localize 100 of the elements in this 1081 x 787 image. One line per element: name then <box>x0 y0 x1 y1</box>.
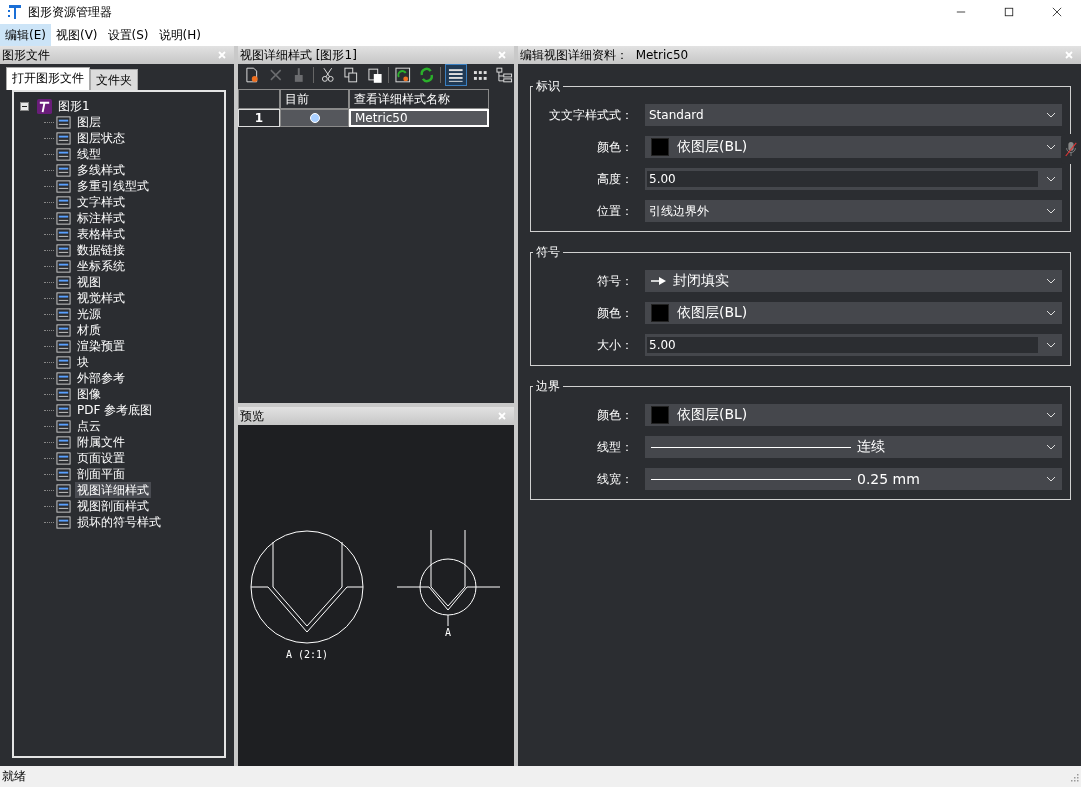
chevron-down-icon[interactable] <box>1046 144 1056 150</box>
menu-item[interactable]: 设置(S) <box>102 23 154 47</box>
list-icon <box>56 418 71 434</box>
group-title: 边界 <box>535 378 561 395</box>
list-icon <box>56 226 71 242</box>
list-icon <box>56 450 71 466</box>
tree-item[interactable]: 视觉样式 <box>75 290 127 306</box>
radio-button[interactable] <box>309 113 320 123</box>
number-field[interactable]: 5.00 <box>645 334 1062 356</box>
list-icon <box>56 338 71 354</box>
collapse-icon[interactable] <box>20 101 29 111</box>
menu-item[interactable]: 说明(H) <box>153 23 206 47</box>
tree-item[interactable]: 光源 <box>75 306 103 322</box>
list-icon <box>56 354 71 370</box>
chevron-down-icon[interactable] <box>1046 176 1056 182</box>
list-icon <box>56 466 71 482</box>
field-label: 颜色： <box>596 138 634 156</box>
tree-item[interactable]: 多线样式 <box>75 162 127 178</box>
tree-item[interactable]: 块 <box>75 354 91 370</box>
group-title: 标识 <box>535 78 561 95</box>
list-icon <box>56 210 71 226</box>
chevron-down-icon[interactable] <box>1046 342 1056 348</box>
tree-item[interactable]: 视图 <box>75 274 103 290</box>
tree-item[interactable]: 渲染预置 <box>75 338 127 354</box>
menu-item[interactable]: 编辑(E) <box>0 23 51 47</box>
column-header: 目前 <box>280 89 349 109</box>
arrow-icon <box>651 277 667 285</box>
dropdown[interactable]: 0.25 mm <box>645 468 1062 490</box>
tree-item[interactable]: 损坏的符号样式 <box>75 514 163 530</box>
tree-item[interactable]: 视图详细样式 <box>75 482 151 498</box>
list-view-icon[interactable] <box>445 64 467 86</box>
tree-item[interactable]: 材质 <box>75 322 103 338</box>
list-icon <box>56 114 71 130</box>
chevron-down-icon[interactable] <box>1046 278 1056 284</box>
maximize-icon[interactable] <box>1004 7 1014 17</box>
number-field[interactable]: 5.00 <box>645 168 1062 190</box>
resize-grip-icon[interactable] <box>1069 771 1079 782</box>
tree-item[interactable]: 外部参考 <box>75 370 127 386</box>
dropdown[interactable]: 依图层(BL) <box>645 302 1062 324</box>
list-icon <box>56 258 71 274</box>
tree-item[interactable]: 表格样式 <box>75 226 127 242</box>
tab[interactable]: 打开图形文件 <box>6 67 90 90</box>
chevron-down-icon[interactable] <box>1046 444 1056 450</box>
tree-item[interactable]: 图层状态 <box>75 130 127 146</box>
menu-item[interactable]: 视图(V) <box>50 23 103 47</box>
drawing-label: A (2:1) <box>285 649 329 660</box>
dropdown[interactable]: Standard <box>645 104 1062 126</box>
dropdown[interactable]: 引线边界外 <box>645 200 1062 222</box>
field-label: 高度： <box>596 170 634 188</box>
chevron-down-icon[interactable] <box>1046 310 1056 316</box>
field-label: 线型： <box>596 438 634 456</box>
table-cell[interactable]: Metric50 <box>349 109 489 127</box>
chevron-down-icon[interactable] <box>1046 412 1056 418</box>
tree-item[interactable]: 点云 <box>75 418 103 434</box>
dropdown[interactable]: 封闭填实 <box>645 270 1062 292</box>
tree-view-icon[interactable] <box>494 65 514 85</box>
tree-item[interactable]: 数据链接 <box>75 242 127 258</box>
list-icon <box>56 434 71 450</box>
chevron-down-icon[interactable] <box>1046 476 1056 482</box>
tree-item[interactable]: 标注样式 <box>75 210 127 226</box>
tree-item[interactable]: 文字样式 <box>75 194 127 210</box>
tree-item[interactable]: 线型 <box>75 146 103 162</box>
tree-item[interactable]: 图层 <box>75 114 103 130</box>
chevron-down-icon[interactable] <box>1046 112 1056 118</box>
list-icon <box>56 274 71 290</box>
field-label: 大小： <box>596 336 634 354</box>
tree-item[interactable]: 视图剖面样式 <box>75 498 151 514</box>
list-icon <box>56 370 71 386</box>
list-icon <box>56 386 71 402</box>
dropdown[interactable]: 连续 <box>645 436 1062 458</box>
panel-title: 图形文件 <box>2 46 50 64</box>
tree-item[interactable]: 附属文件 <box>75 434 127 450</box>
tree-item[interactable]: 坐标系统 <box>75 258 127 274</box>
close-icon[interactable] <box>1052 7 1062 17</box>
list-icon <box>56 322 71 338</box>
field-label: 线宽： <box>596 470 634 488</box>
list-icon <box>56 162 71 178</box>
tree-item[interactable]: 多重引线型式 <box>75 178 151 194</box>
tree-item[interactable]: 图形1 <box>56 98 92 114</box>
list-icon <box>56 498 71 514</box>
tree-item[interactable]: 剖面平面 <box>75 466 127 482</box>
field-label: 符号： <box>596 272 634 290</box>
tree-item[interactable]: 页面设置 <box>75 450 127 466</box>
panel-title: 预览 <box>240 407 264 425</box>
list-icon <box>56 194 71 210</box>
tab[interactable]: 文件夹 <box>90 69 138 90</box>
dropdown[interactable]: 依图层(BL) <box>645 404 1062 426</box>
tree-item[interactable]: 图像 <box>75 386 103 402</box>
import-icon[interactable] <box>393 65 413 85</box>
field-label: 颜色： <box>596 406 634 424</box>
dropdown[interactable]: 依图层(BL) <box>645 136 1062 158</box>
window-title: 图形资源管理器 <box>28 3 112 21</box>
field-label: 位置： <box>596 202 634 220</box>
chevron-down-icon[interactable] <box>1046 208 1056 214</box>
list-icon <box>56 402 71 418</box>
tree-item[interactable]: PDF 参考底图 <box>75 402 155 418</box>
list-icon <box>56 146 71 162</box>
list-icon <box>56 290 71 306</box>
field-label: 颜色： <box>596 304 634 322</box>
drawing-file-icon <box>37 98 52 114</box>
